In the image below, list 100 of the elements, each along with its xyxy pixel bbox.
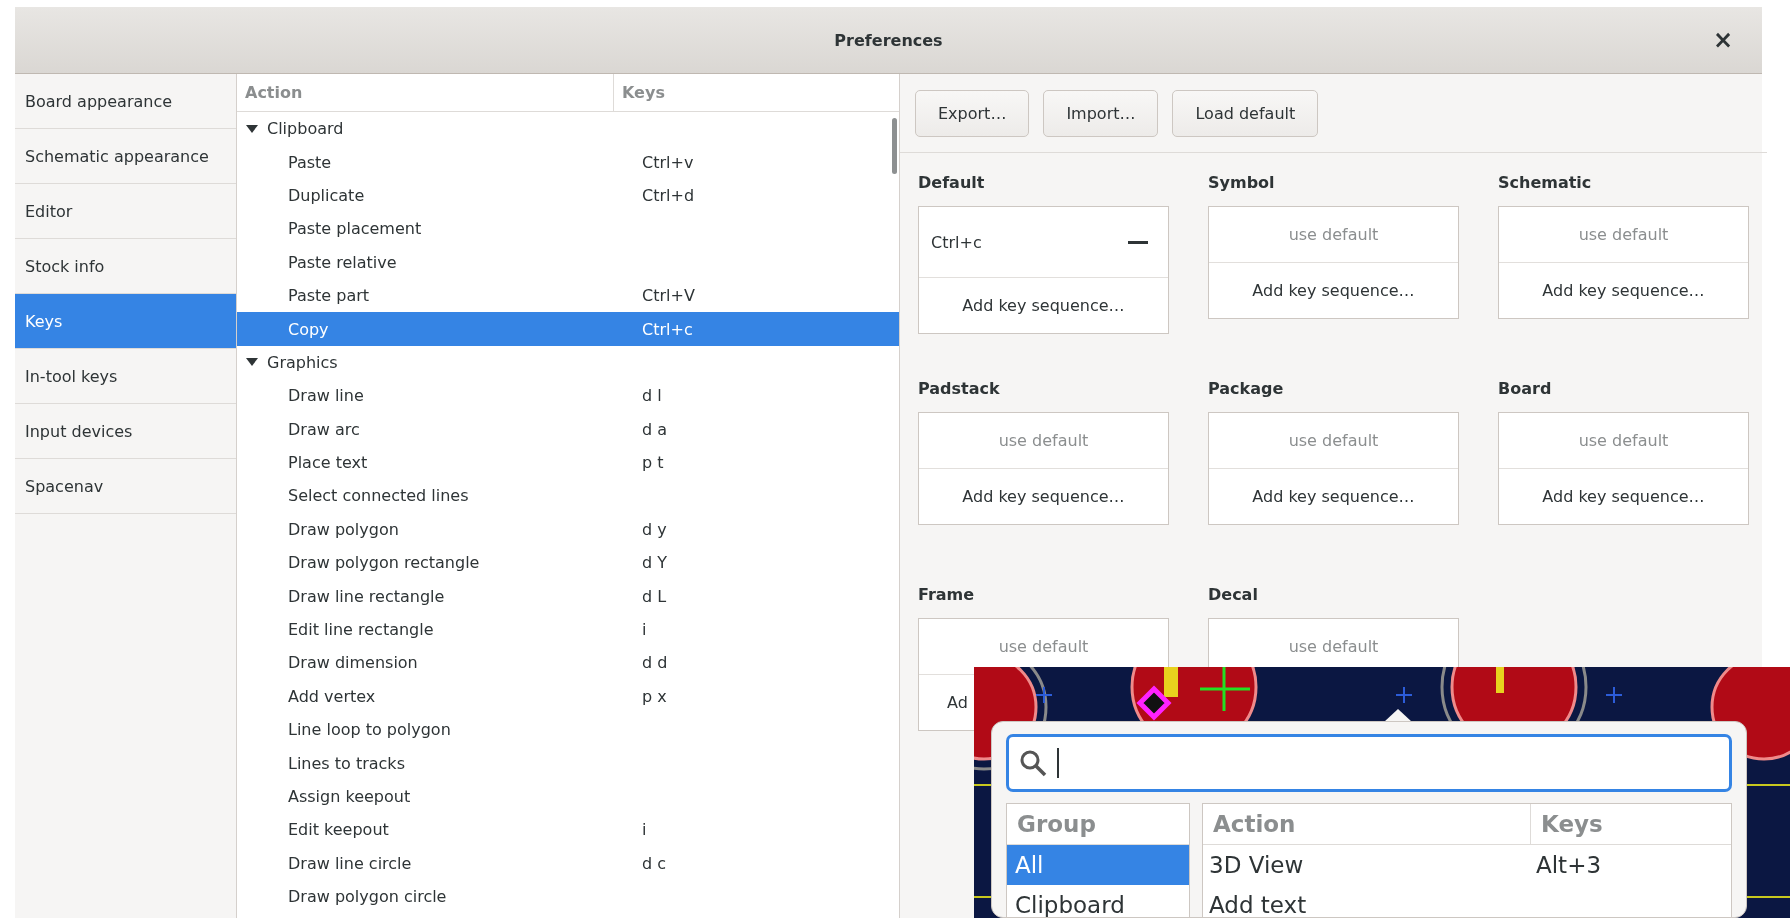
key-binding: d c [642,853,667,873]
key-binding: d a [642,419,668,439]
context-heading: Schematic [1498,173,1592,192]
key-binding: Ctrl+v [642,152,694,172]
default-hint: use default [998,637,1089,656]
group-item[interactable]: All [1007,845,1189,885]
context-heading: Symbol [1208,173,1275,192]
action-name: Assign keepout [287,787,411,806]
action-row[interactable]: Assign keepout [237,779,899,814]
text-cursor [1057,748,1059,778]
scrollbar-thumb[interactable] [892,118,897,174]
action-row[interactable]: Paste placement [237,212,899,246]
key-binding: d y [642,519,667,539]
default-hint: use default [998,431,1089,450]
action-row[interactable]: Line loop to polygon [237,713,899,747]
group-label: Clipboard [267,119,344,139]
remove-icon[interactable] [1128,240,1148,244]
action-row[interactable]: Lines to tracks [237,746,899,780]
sidebar-item[interactable]: Spacenav [15,459,236,514]
action-row[interactable]: Edit keepout i [237,813,899,847]
key-binding: Ctrl+d [642,185,695,205]
default-hint: use default [1288,431,1379,450]
action-row[interactable]: Draw line d l [237,379,899,413]
action-row[interactable]: Draw polygon d y [237,512,899,547]
action-row[interactable]: Paste relative [237,245,899,279]
action-name: Edit line rectangle [287,620,434,640]
sidebar-item[interactable]: Schematic appearance [15,129,236,184]
sidebar-item[interactable]: Input devices [15,404,236,459]
action-row[interactable]: Draw polygon circle [237,880,899,914]
sidebar-item[interactable]: In-tool keys [15,349,236,404]
action-name: Draw dimension [287,653,418,673]
action-name: Lines to tracks [287,753,405,773]
group-item[interactable]: Clipboard [1007,885,1189,917]
key-binding: p t [642,453,664,473]
action-row[interactable]: Duplicate Ctrl+d [237,178,899,213]
add-sequence-button[interactable]: Add key sequence… [1538,281,1709,300]
action-name: Line loop to polygon [287,720,451,740]
action-row[interactable]: Copy Ctrl+c [237,312,899,346]
add-sequence-button[interactable]: Ad [947,693,968,712]
action-name: Draw polygon [287,519,399,539]
action-name: Add text [1208,892,1307,917]
action-name: Draw line [287,386,364,406]
sidebar-item[interactable]: Keys [15,294,236,349]
key-binding: p x [642,686,667,706]
action-name: Draw polygon rectangle [287,553,480,573]
expander-icon[interactable] [245,357,259,368]
sidebar-item[interactable]: Board appearance [15,74,236,129]
action-row[interactable]: Draw dimension d d [237,646,899,680]
action-name: Edit keepout [287,820,389,840]
action-name: Draw arc [287,419,360,439]
key-binding: Alt+3 [1535,852,1602,878]
action-row[interactable]: Paste Ctrl+v [237,145,899,179]
default-hint: use default [1578,225,1669,244]
action-name: Draw line rectangle [287,586,445,606]
action-name: Paste part [287,286,370,306]
add-sequence-button[interactable]: Add key sequence… [1248,281,1419,300]
default-hint: use default [1288,637,1379,656]
column-header: Keys [1530,804,1731,845]
action-row[interactable]: Draw line circle d c [237,846,899,880]
action-name: Add vertex [287,686,376,706]
action-row[interactable]: Paste part Ctrl+V [237,278,899,313]
key-binding: d Y [642,553,667,573]
group-label: Graphics [267,352,338,372]
action-row[interactable]: Draw line rectangle d L [237,579,899,613]
window-title: Preferences [834,30,943,50]
add-sequence-button[interactable]: Add key sequence… [1538,487,1709,506]
action-row[interactable]: Edit line rectangle i [237,612,899,647]
context-heading: Package [1208,379,1284,398]
action-name: Select connected lines [287,486,469,506]
key-binding: Ctrl+c [931,232,982,252]
action-row[interactable]: Place text p t [237,445,899,480]
action-name: Copy [287,319,329,339]
sidebar-item[interactable]: Editor [15,184,236,239]
search-field[interactable] [1006,734,1732,792]
toolbar-button[interactable]: Export… [915,89,1030,137]
action-name: Draw polygon circle [287,887,447,907]
action-row[interactable]: Draw polygon rectangle d Y [237,546,899,580]
action-row[interactable]: Add vertex p x [237,679,899,714]
key-binding: d l [642,386,662,406]
close-button[interactable]: × [1706,23,1740,57]
context-heading: Padstack [918,379,1000,398]
key-binding: i [642,620,647,640]
key-binding: Ctrl+V [642,286,695,306]
toolbar-button[interactable]: Import… [1043,89,1159,137]
action-name: 3D View [1208,852,1304,878]
expander-icon[interactable] [245,123,259,134]
action-name: Paste placement [287,219,422,239]
action-row[interactable]: Draw arc d a [237,412,899,446]
context-heading: Board [1498,379,1552,398]
action-row[interactable]: Select connected lines [237,479,899,513]
default-hint: use default [1578,431,1669,450]
add-sequence-button[interactable]: Add key sequence… [958,296,1129,315]
add-sequence-button[interactable]: Add key sequence… [1248,487,1419,506]
toolbar-button[interactable]: Load default [1172,89,1319,137]
action-name: Paste [287,152,332,172]
column-header: Action [1203,804,1530,845]
default-hint: use default [1288,225,1379,244]
add-sequence-button[interactable]: Add key sequence… [958,487,1129,506]
action-name: Paste relative [287,252,397,272]
context-heading: Default [918,173,985,192]
